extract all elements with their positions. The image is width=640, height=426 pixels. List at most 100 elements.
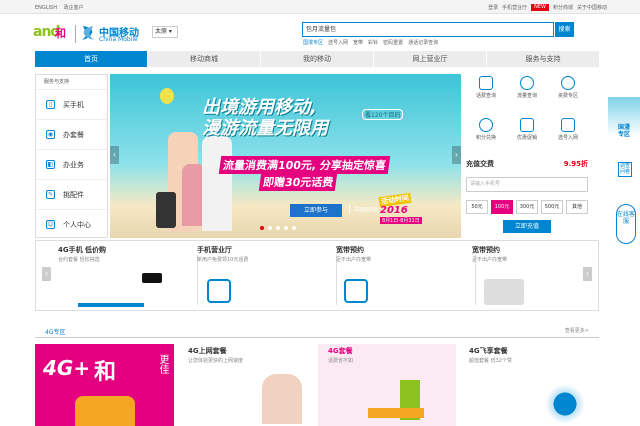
hot-keyword[interactable]: 彩铃: [368, 39, 378, 46]
promo-title: 宽带预约: [472, 246, 500, 254]
package-icon: ◉: [46, 130, 55, 139]
logo-divider: [75, 25, 76, 43]
amount-option[interactable]: 100元: [491, 200, 513, 214]
card-sub: 让您体验更快的上网速度: [188, 358, 244, 364]
card-4g-package[interactable]: 4G套餐 话费省不如: [318, 344, 456, 426]
banner-year: 2016: [380, 205, 408, 216]
card-4g-internet[interactable]: 4G上网套餐 让您体验更快的上网速度: [178, 344, 316, 426]
promo-sub: 合约套餐 轻松挑选: [58, 257, 100, 263]
amount-option[interactable]: 300元: [516, 200, 538, 214]
bill-icon: [479, 76, 493, 90]
hot-keyword[interactable]: 选号入网: [328, 39, 348, 46]
side-menu-business[interactable]: ◧ 办业务: [36, 149, 107, 179]
china-mobile-logo-icon: [82, 26, 94, 40]
carousel-dot[interactable]: [292, 226, 296, 230]
service-tariff[interactable]: 资费专区: [548, 76, 588, 99]
card-graphic: [368, 408, 424, 418]
side-menu-user-center[interactable]: ☺ 个人中心: [36, 209, 107, 239]
amount-option[interactable]: 500元: [541, 200, 563, 214]
points-mall-link[interactable]: 积分商城: [553, 4, 573, 11]
promo-title: 手机营业厅: [197, 246, 232, 254]
recharge-panel: 充值交费 9.95折 请输入手机号 50元 100元 300元 500元 其他 …: [466, 156, 588, 238]
hot-keyword[interactable]: 宽带: [353, 39, 363, 46]
view-more-link[interactable]: 查看更多>: [565, 327, 589, 334]
english-link[interactable]: ENGLISH: [35, 5, 57, 11]
recharge-button[interactable]: 立即充值: [503, 220, 551, 233]
amount-option[interactable]: 50元: [466, 200, 488, 214]
card-4g-flying[interactable]: 4G飞享套餐 超值套餐 低32个赞: [459, 344, 597, 426]
side-menu-label: 挑配件: [63, 190, 84, 199]
search-button[interactable]: 搜索: [555, 22, 574, 37]
main-nav: 首页 移动商城 我的移动 网上营业厅 服务与支持: [35, 51, 600, 67]
amount-option[interactable]: 其他: [566, 200, 588, 214]
zone-header: 4G专区 查看更多>: [35, 324, 599, 338]
promo-phones[interactable]: 4G手机 低价购 合约套餐 轻松挑选: [52, 245, 198, 309]
about-link[interactable]: 关于中国移动: [577, 4, 607, 11]
accessory-icon: ✎: [46, 190, 55, 199]
promo-sub: 足不出户办宽带: [472, 257, 508, 263]
survey-float[interactable]: 调查问卷: [618, 162, 632, 177]
top-left-links: ENGLISH 政企客户: [35, 4, 89, 11]
hot-keyword[interactable]: 国漫专区: [303, 39, 323, 46]
nav-home[interactable]: 首页: [35, 51, 148, 67]
side-menu-accessory[interactable]: ✎ 挑配件: [36, 179, 107, 209]
card-title: 4G上网套餐: [188, 347, 227, 355]
recharge-discount: 9.95折: [563, 160, 588, 168]
suitcase-graphic: [156, 192, 176, 228]
service-traffic[interactable]: 流量查询: [507, 76, 547, 99]
service-points[interactable]: 积分兑换: [466, 118, 506, 141]
search-input[interactable]: 包月流量包: [302, 22, 554, 37]
promo-mobile-hall[interactable]: 手机营业厅 新用户免费领10元话费: [191, 245, 337, 309]
card-graphic: [262, 374, 302, 424]
service-label: 话费查询: [475, 93, 496, 99]
zone-title: 4G专区: [45, 329, 66, 336]
hero-banner[interactable]: 出境游用移动, 漫游流量无限用 覆120个目的 流量消费满100元, 分享抽定惊…: [110, 74, 461, 238]
new-badge: NEW: [531, 4, 549, 11]
city-select[interactable]: 太原 ▾: [152, 26, 178, 38]
carousel-next-icon[interactable]: ›: [452, 146, 461, 164]
mobile-hall-link[interactable]: 手机营业厅: [502, 4, 527, 11]
promo-strip: ‹ › 4G手机 低价购 合约套餐 轻松挑选 手机营业厅 新用户免费领10元话费…: [35, 240, 599, 311]
side-menu-buy-phone[interactable]: ▯ 买手机: [36, 89, 107, 119]
side-menu-label: 办业务: [63, 160, 84, 169]
balloon-graphic: [160, 88, 174, 104]
nav-online-hall[interactable]: 网上营业厅: [374, 51, 487, 67]
service-label: 选号入网: [557, 135, 578, 141]
promo-broadband-1[interactable]: 宽带预约 足不出户办宽带: [330, 245, 476, 309]
join-now-button[interactable]: 立即参与: [290, 204, 342, 217]
login-link[interactable]: 登录: [488, 4, 498, 11]
user-icon: ☺: [46, 220, 55, 229]
banner-date-range: 8月1日-8月31日: [380, 217, 422, 224]
promo-icon: [520, 118, 534, 132]
online-service-float[interactable]: 在线客服: [616, 204, 636, 244]
promo-prev-icon[interactable]: ‹: [42, 267, 51, 281]
phone-number-input[interactable]: 请输入手机号: [466, 177, 588, 192]
carousel-dots: [260, 226, 296, 230]
side-menu-package[interactable]: ◉ 办套餐: [36, 119, 107, 149]
carousel-dot[interactable]: [268, 226, 272, 230]
recharge-title: 充值交费: [466, 160, 494, 168]
person-graphic: [202, 136, 232, 231]
service-number[interactable]: 选号入网: [548, 118, 588, 141]
promo-broadband-2[interactable]: 宽带预约 足不出户办宽带: [466, 245, 600, 309]
nav-mall[interactable]: 移动商城: [148, 51, 261, 67]
feature-side-text: 更佳: [157, 354, 168, 374]
feature-4g-he[interactable]: 4G+ 和 更佳: [35, 344, 174, 426]
service-bill[interactable]: 话费查询: [466, 76, 506, 99]
traffic-icon: [520, 76, 534, 90]
carousel-dot[interactable]: [260, 226, 264, 230]
quick-services: 话费查询 流量查询 资费专区 积分兑换 优惠促销 选号入网: [466, 74, 588, 156]
enterprise-link[interactable]: 政企客户: [64, 5, 84, 11]
shopping-cart-icon: [78, 269, 144, 307]
service-label: 资费专区: [557, 93, 578, 99]
hot-keyword[interactable]: 通话记录查询: [408, 39, 438, 46]
carousel-prev-icon[interactable]: ‹: [110, 146, 119, 164]
carousel-dot[interactable]: [276, 226, 280, 230]
nav-support[interactable]: 服务与支持: [487, 51, 600, 67]
promo-title: 4G手机 低价购: [58, 246, 107, 254]
service-promo[interactable]: 优惠促销: [507, 118, 547, 141]
hot-keyword[interactable]: 密码重置: [383, 39, 403, 46]
nav-my-mobile[interactable]: 我的移动: [261, 51, 374, 67]
intl-zone-float[interactable]: 国漫专区: [608, 97, 640, 153]
carousel-dot[interactable]: [284, 226, 288, 230]
